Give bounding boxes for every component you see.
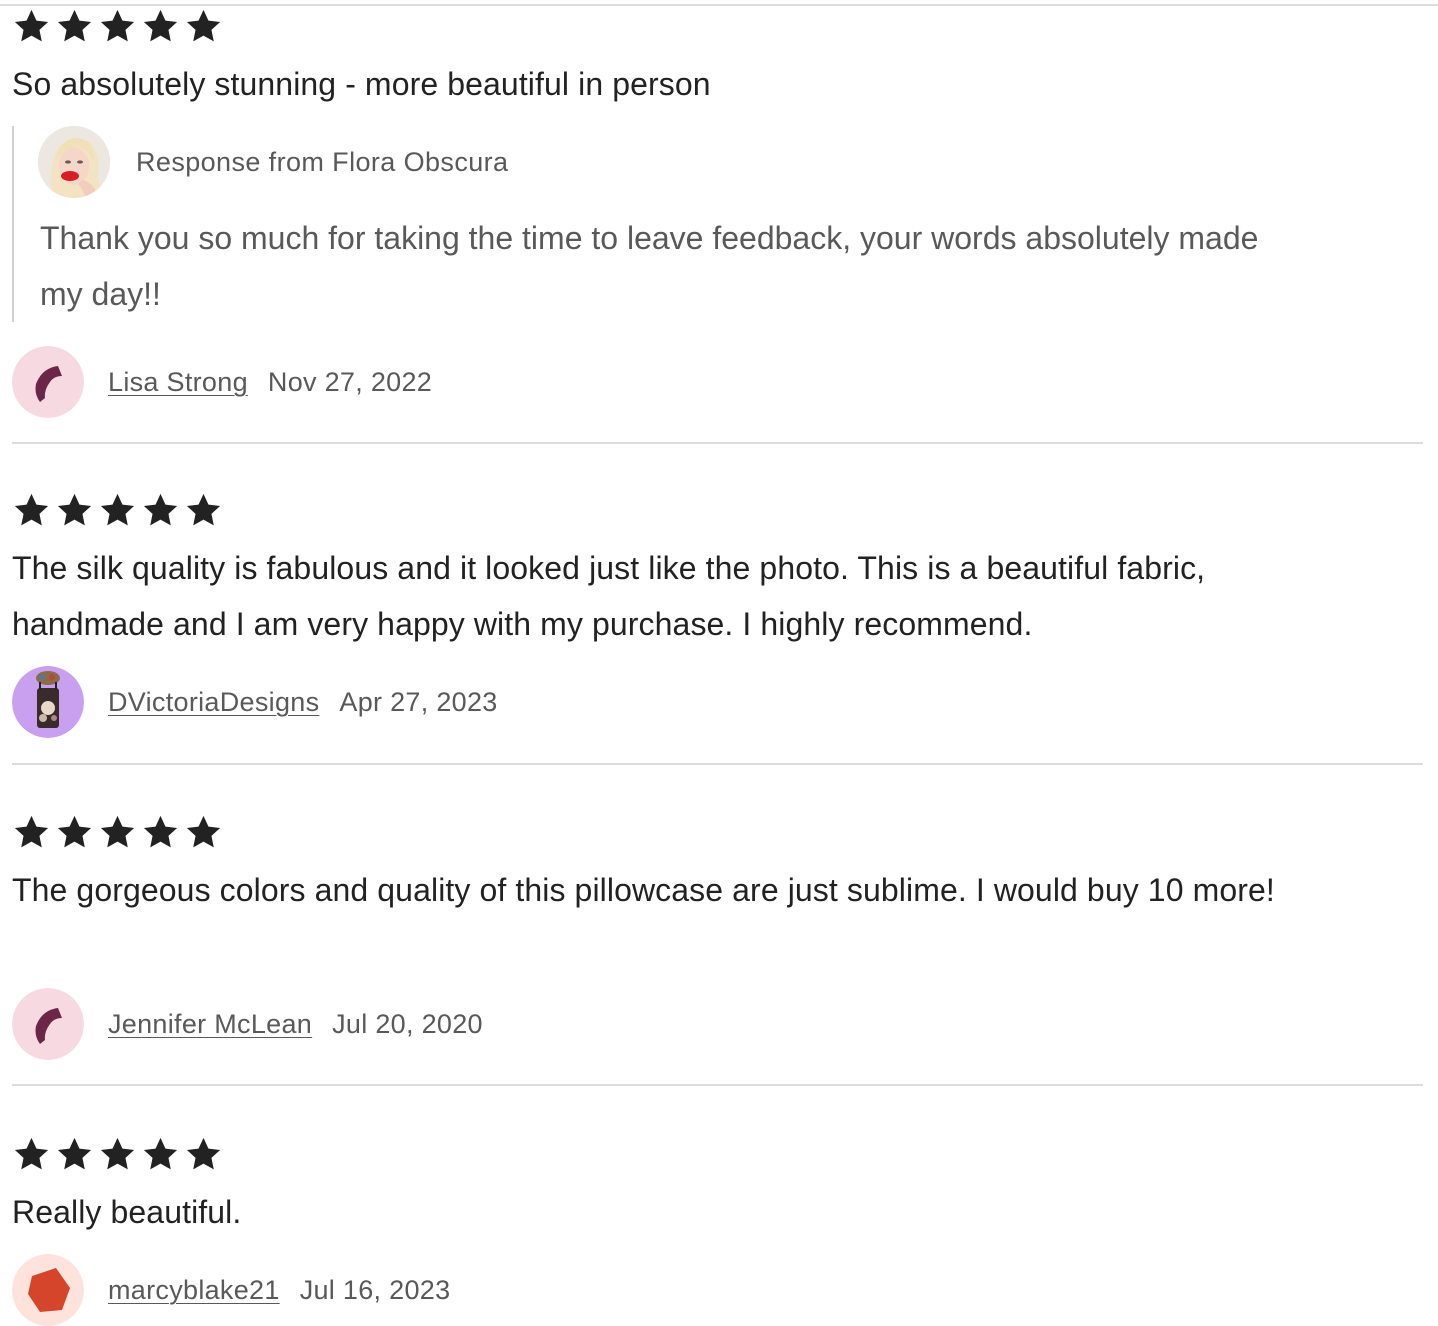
review-divider <box>12 763 1423 765</box>
star-icon <box>55 813 94 852</box>
reviewer-name-link[interactable]: Jennifer McLean <box>108 1009 312 1040</box>
star-icon <box>184 813 223 852</box>
star-icon <box>184 491 223 530</box>
review-text: The gorgeous colors and quality of this … <box>12 872 1275 908</box>
star-icon <box>12 1135 51 1174</box>
review-item: The gorgeous colors and quality of this … <box>12 812 1424 1062</box>
review-meta: Lisa Strong Nov 27, 2022 <box>12 346 432 418</box>
reviewer-avatar[interactable] <box>12 346 84 418</box>
star-rating <box>12 490 1424 530</box>
star-icon <box>184 1135 223 1174</box>
star-icon <box>184 7 223 46</box>
review-date: Jul 20, 2020 <box>332 1008 483 1039</box>
star-icon <box>55 1135 94 1174</box>
review-date: Nov 27, 2022 <box>267 366 433 397</box>
review-text: Really beautiful. <box>12 1194 242 1230</box>
reviewer-name-link[interactable]: Lisa Strong <box>108 367 248 398</box>
review-meta: DVictoriaDesigns Apr 27, 2023 <box>12 666 498 738</box>
review-divider <box>12 1084 1423 1086</box>
reviewer-name-link[interactable]: DVictoriaDesigns <box>108 687 319 718</box>
response-text: Thank you so much for taking the time to… <box>40 220 1259 312</box>
review-item: So absolutely stunning - more beautiful … <box>12 6 1424 426</box>
reviewer-avatar[interactable] <box>12 988 84 1060</box>
review-divider <box>12 442 1423 444</box>
star-icon <box>55 491 94 530</box>
review-date: Jul 16, 2023 <box>299 1274 451 1305</box>
reviewer-name-link[interactable]: marcyblake21 <box>108 1275 280 1306</box>
star-icon <box>141 7 180 46</box>
review-text: So absolutely stunning - more beautiful … <box>12 66 711 102</box>
star-icon <box>98 1135 137 1174</box>
star-icon <box>98 813 137 852</box>
seller-avatar[interactable] <box>38 126 110 198</box>
star-icon <box>12 491 51 530</box>
review-text: The silk quality is fabulous and it look… <box>12 550 1206 642</box>
star-icon <box>12 813 51 852</box>
star-icon <box>98 7 137 46</box>
star-icon <box>141 1135 180 1174</box>
star-icon <box>12 7 51 46</box>
review-meta: Jennifer McLean Jul 20, 2020 <box>12 988 483 1060</box>
review-item: The silk quality is fabulous and it look… <box>12 490 1424 740</box>
review-item: Really beautiful. marcyblake21 Jul 16, 2… <box>12 1134 1424 1326</box>
review-meta: marcyblake21 Jul 16, 2023 <box>12 1254 450 1326</box>
star-icon <box>141 813 180 852</box>
reviewer-avatar[interactable] <box>12 1254 84 1326</box>
reviewer-avatar[interactable] <box>12 666 84 738</box>
star-icon <box>141 491 180 530</box>
star-rating <box>12 6 1424 46</box>
seller-response: Response from Flora Obscura Thank you so… <box>12 126 1304 322</box>
star-rating <box>12 1134 1424 1174</box>
review-date: Apr 27, 2023 <box>339 686 498 717</box>
star-rating <box>12 812 1424 852</box>
response-label: Response from Flora Obscura <box>136 147 509 177</box>
star-icon <box>98 491 137 530</box>
star-icon <box>55 7 94 46</box>
